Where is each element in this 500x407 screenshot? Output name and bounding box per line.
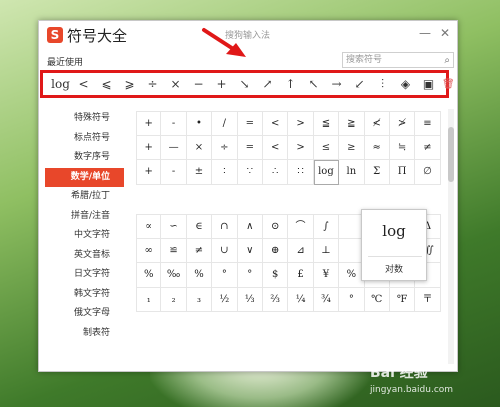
watermark-url: jingyan.baidu.com bbox=[370, 385, 454, 395]
red-arrow-annotation bbox=[202, 28, 246, 57]
watermark-brand: Bai 经验 bbox=[370, 365, 428, 381]
